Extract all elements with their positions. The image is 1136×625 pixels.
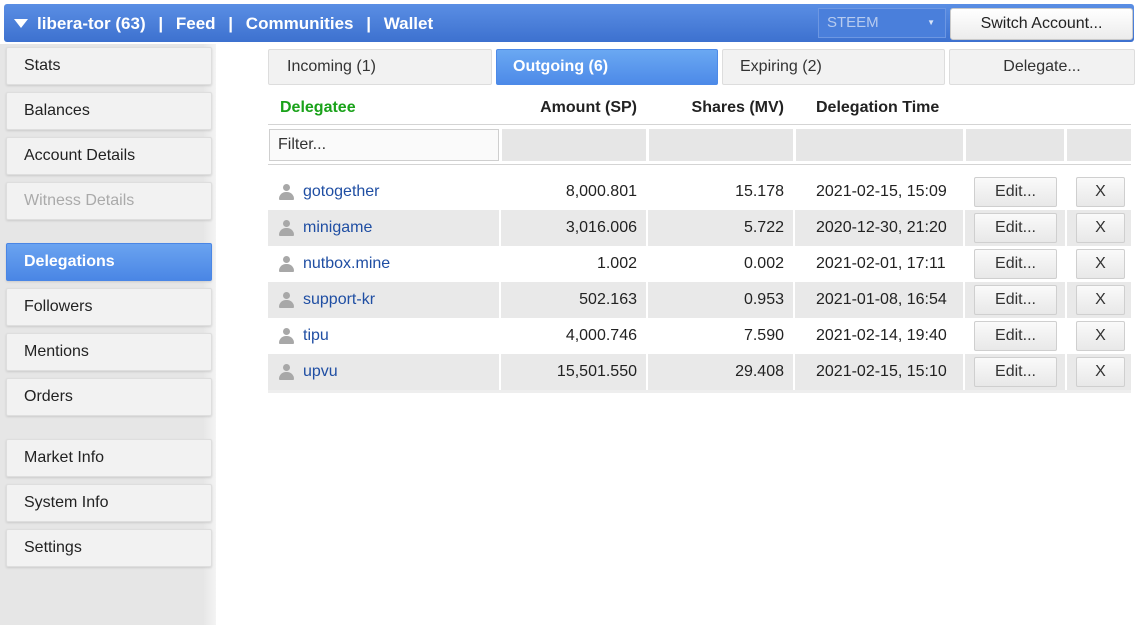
- filter-input[interactable]: [269, 129, 499, 161]
- filter-divider: [268, 164, 1131, 165]
- delete-button[interactable]: X: [1076, 213, 1125, 243]
- sidebar-item-delegations[interactable]: Delegations: [6, 243, 212, 281]
- column-header-time[interactable]: Delegation Time: [816, 92, 939, 124]
- shares-cell: 0.002: [743, 255, 784, 272]
- chain-select-value: STEEM: [827, 14, 879, 31]
- top-nav: libera-tor (63) | Feed | Communities | W…: [37, 14, 433, 34]
- filter-cell: [502, 129, 646, 161]
- user-icon: [279, 256, 294, 272]
- sidebar: Stats Balances Account Details Witness D…: [0, 44, 216, 625]
- user-icon: [279, 292, 294, 308]
- sidebar-item-witness-details: Witness Details: [6, 182, 212, 220]
- tab-expiring[interactable]: Expiring (2): [722, 49, 945, 85]
- filter-cell: [966, 129, 1064, 161]
- shares-cell: 0.953: [743, 291, 784, 308]
- amount-cell: 502.163: [579, 291, 637, 308]
- shares-cell: 15.178: [735, 183, 784, 200]
- delete-button[interactable]: X: [1076, 357, 1125, 387]
- delete-button[interactable]: X: [1076, 177, 1125, 207]
- nav-separator: |: [158, 14, 164, 33]
- delete-button[interactable]: X: [1076, 285, 1125, 315]
- time-cell: 2021-02-14, 19:40: [816, 327, 947, 344]
- switch-account-button[interactable]: Switch Account...: [950, 8, 1133, 40]
- nav-link-communities[interactable]: Communities: [246, 14, 354, 33]
- delegatee-link[interactable]: upvu: [303, 354, 338, 390]
- edit-button[interactable]: Edit...: [974, 177, 1057, 207]
- edit-button[interactable]: Edit...: [974, 213, 1057, 243]
- dropdown-arrow-icon: ▼: [927, 18, 935, 27]
- delegatee-link[interactable]: support-kr: [303, 282, 375, 318]
- caret-down-icon[interactable]: [14, 19, 28, 28]
- amount-cell: 3,016.006: [565, 219, 637, 236]
- nav-link-feed[interactable]: Feed: [176, 14, 216, 33]
- table-row: gotogether 8,000.801 15.178 2021-02-15, …: [268, 174, 1131, 210]
- user-icon: [279, 328, 294, 344]
- column-header-amount[interactable]: Amount (SP): [500, 92, 637, 124]
- table-row: tipu 4,000.746 7.590 2021-02-14, 19:40 E…: [268, 318, 1131, 354]
- amount-cell: 15,501.550: [556, 363, 637, 380]
- edit-button[interactable]: Edit...: [974, 321, 1057, 351]
- edit-button[interactable]: Edit...: [974, 285, 1057, 315]
- delegate-button[interactable]: Delegate...: [949, 49, 1135, 85]
- filter-cell: [796, 129, 963, 161]
- table-row: upvu 15,501.550 29.408 2021-02-15, 15:10…: [268, 354, 1131, 390]
- delegatee-link[interactable]: gotogether: [303, 174, 380, 210]
- amount-cell: 1.002: [596, 255, 637, 272]
- tab-incoming[interactable]: Incoming (1): [268, 49, 492, 85]
- table-row: minigame 3,016.006 5.722 2020-12-30, 21:…: [268, 210, 1131, 246]
- delete-button[interactable]: X: [1076, 321, 1125, 351]
- sidebar-item-balances[interactable]: Balances: [6, 92, 212, 130]
- delegatee-link[interactable]: nutbox.mine: [303, 246, 390, 282]
- delegatee-link[interactable]: tipu: [303, 318, 329, 354]
- shares-cell: 7.590: [743, 327, 784, 344]
- sidebar-item-market-info[interactable]: Market Info: [6, 439, 212, 477]
- time-cell: 2021-01-08, 16:54: [816, 291, 947, 308]
- top-bar: libera-tor (63) | Feed | Communities | W…: [4, 4, 1134, 42]
- header-divider: [268, 124, 1131, 125]
- filter-cell: [649, 129, 793, 161]
- nav-link-wallet[interactable]: Wallet: [384, 14, 433, 33]
- amount-cell: 8,000.801: [565, 183, 637, 200]
- sidebar-item-followers[interactable]: Followers: [6, 288, 212, 326]
- time-cell: 2020-12-30, 21:20: [816, 219, 947, 236]
- nav-separator: |: [228, 14, 234, 33]
- column-header-shares[interactable]: Shares (MV): [648, 92, 784, 124]
- user-icon: [279, 220, 294, 236]
- sidebar-item-settings[interactable]: Settings: [6, 529, 212, 567]
- delegatee-link[interactable]: minigame: [303, 210, 372, 246]
- amount-cell: 4,000.746: [565, 327, 637, 344]
- sidebar-item-account-details[interactable]: Account Details: [6, 137, 212, 175]
- table-bottom-border: [268, 390, 1131, 393]
- delete-button[interactable]: X: [1076, 249, 1125, 279]
- table-row: support-kr 502.163 0.953 2021-01-08, 16:…: [268, 282, 1131, 318]
- sidebar-item-system-info[interactable]: System Info: [6, 484, 212, 522]
- sidebar-item-orders[interactable]: Orders: [6, 378, 212, 416]
- filter-cell: [1067, 129, 1131, 161]
- chain-select[interactable]: STEEM ▼: [818, 8, 946, 38]
- time-cell: 2021-02-01, 17:11: [816, 255, 946, 272]
- account-link[interactable]: libera-tor (63): [37, 14, 146, 33]
- sidebar-item-stats[interactable]: Stats: [6, 47, 212, 85]
- nav-separator: |: [366, 14, 371, 33]
- shares-cell: 5.722: [743, 219, 784, 236]
- tab-outgoing[interactable]: Outgoing (6): [496, 49, 718, 85]
- time-cell: 2021-02-15, 15:09: [816, 183, 947, 200]
- user-icon: [279, 184, 294, 200]
- sidebar-item-mentions[interactable]: Mentions: [6, 333, 212, 371]
- column-header-delegatee[interactable]: Delegatee: [280, 92, 356, 124]
- edit-button[interactable]: Edit...: [974, 249, 1057, 279]
- edit-button[interactable]: Edit...: [974, 357, 1057, 387]
- shares-cell: 29.408: [735, 363, 784, 380]
- table-row: nutbox.mine 1.002 0.002 2021-02-01, 17:1…: [268, 246, 1131, 282]
- user-icon: [279, 364, 294, 380]
- time-cell: 2021-02-15, 15:10: [816, 363, 947, 380]
